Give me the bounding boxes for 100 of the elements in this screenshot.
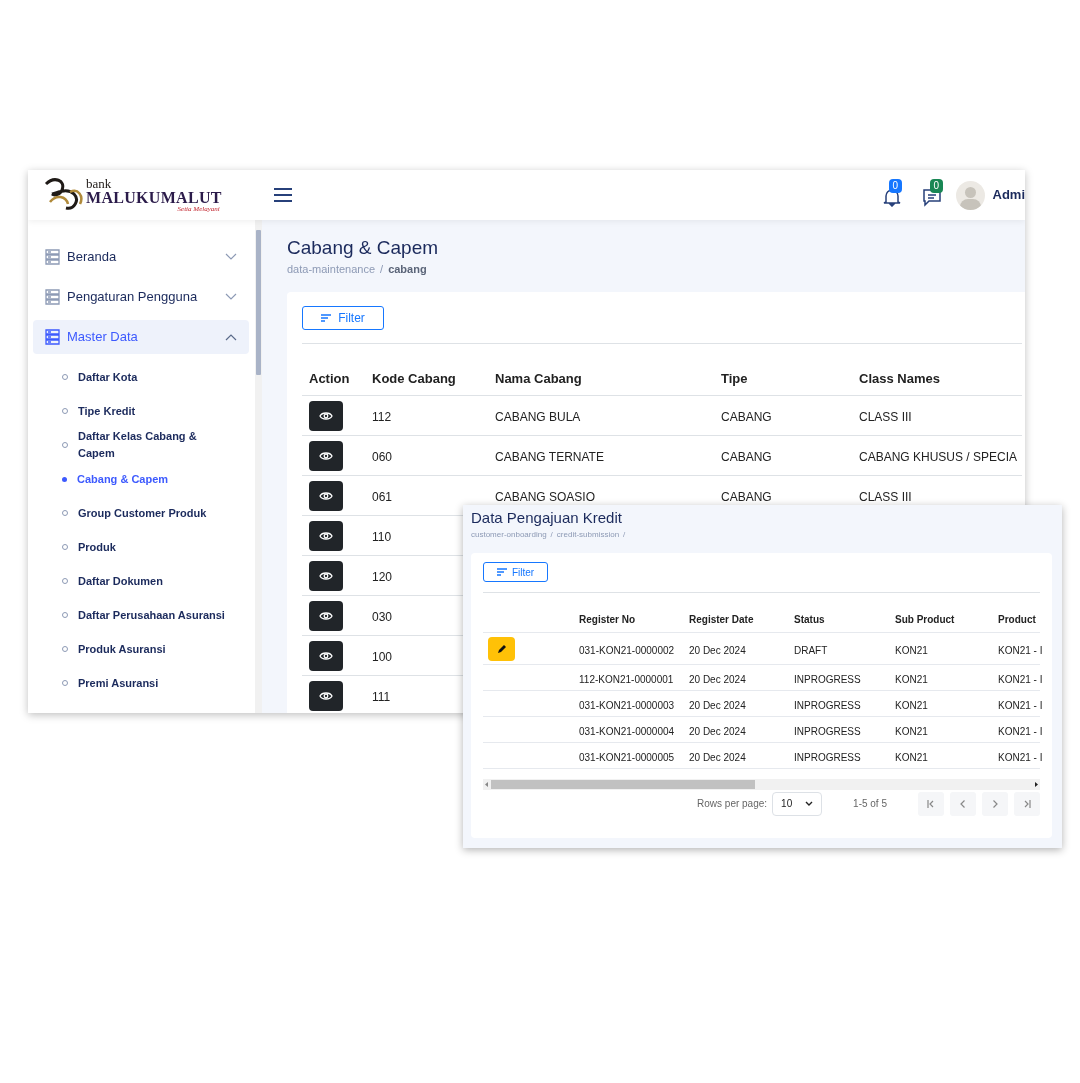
table-cell: KON21 - I	[998, 725, 1043, 737]
sidebar-item[interactable]: Master Data	[33, 320, 249, 354]
sidebar-subitem[interactable]: Cabang & Capem	[33, 462, 249, 496]
eye-icon	[319, 530, 333, 541]
breadcrumb-item: cabang	[388, 262, 427, 276]
view-button[interactable]	[309, 400, 343, 431]
table-cell: 110	[372, 529, 392, 544]
column-header: Status	[794, 613, 825, 625]
table-cell: CABANG	[721, 409, 772, 424]
chevron-left-icon	[958, 798, 968, 809]
popup-title: Data Pengajuan Kredit	[471, 509, 623, 527]
filter-icon	[496, 568, 507, 576]
table-cell: 100	[372, 649, 393, 664]
eye-icon	[319, 690, 333, 701]
table-cell: CABANG BULA	[495, 409, 581, 424]
table-cell: 20 Dec 2024	[689, 644, 746, 656]
page-range: 1-5 of 5	[853, 797, 887, 811]
table-cell: 031-KON21-0000004	[579, 725, 675, 737]
view-button[interactable]	[309, 480, 343, 511]
notification-badge: 0	[888, 179, 903, 193]
menu-button[interactable]	[273, 185, 293, 205]
table-cell: KON21 - I	[998, 644, 1043, 656]
view-button[interactable]	[309, 680, 343, 711]
sidebar-subitem[interactable]: Daftar Kota	[33, 360, 249, 394]
filter-button[interactable]: Filter	[302, 306, 384, 330]
server-icon	[45, 329, 60, 345]
view-button[interactable]	[309, 440, 343, 471]
table-cell: 030	[372, 609, 393, 624]
table-cell: KON21 - I	[998, 699, 1043, 711]
table-cell: 20 Dec 2024	[689, 673, 746, 685]
table-cell: KON21	[895, 751, 928, 763]
table-cell: CABANG TERNATE	[495, 449, 604, 464]
table-cell: 031-KON21-0000002	[579, 644, 675, 656]
bell-icon	[882, 188, 901, 207]
eye-icon	[319, 610, 333, 621]
pencil-icon	[496, 643, 507, 654]
table-cell: 111	[372, 689, 391, 704]
table-cell: 20 Dec 2024	[689, 725, 746, 737]
sidebar-subitem[interactable]: Produk	[33, 530, 249, 564]
table-cell: 112-KON21-0000001	[579, 673, 674, 685]
page-title: Cabang & Capem	[287, 236, 440, 260]
table-cell: DRAFT	[794, 644, 828, 656]
view-button[interactable]	[309, 560, 343, 591]
table-cell: 20 Dec 2024	[689, 751, 746, 763]
sidebar-scrollbar[interactable]	[255, 220, 262, 713]
sidebar-item[interactable]: Pengaturan Pengguna	[33, 280, 249, 314]
column-header: Register No	[579, 613, 636, 625]
view-button[interactable]	[309, 640, 343, 671]
sidebar-subitem[interactable]: Group Customer Produk	[33, 496, 249, 530]
table-cell: 20 Dec 2024	[689, 699, 746, 711]
edit-button[interactable]	[488, 636, 515, 661]
view-button[interactable]	[309, 600, 343, 631]
table-cell: CABANG	[721, 449, 772, 464]
eye-icon	[319, 490, 333, 501]
table-cell: CABANG	[721, 489, 772, 504]
filter-icon	[321, 314, 332, 322]
eye-icon	[319, 570, 333, 581]
filter-button[interactable]: Filter	[483, 562, 548, 582]
column-header: Product	[998, 613, 1036, 625]
menu-icon	[273, 187, 293, 203]
table-cell: INPROGRESS	[794, 673, 861, 685]
table-cell: KON21 - I	[998, 751, 1043, 763]
sidebar-subitem[interactable]: Daftar Dokumen	[33, 564, 249, 598]
user-name[interactable]: Admi	[992, 185, 1025, 205]
server-icon	[45, 249, 60, 265]
sidebar-item[interactable]: Beranda	[33, 240, 249, 274]
table-cell: CLASS III	[859, 489, 912, 504]
table-cell: 112	[372, 409, 392, 424]
table-cell: CABANG SOASIO	[495, 489, 596, 504]
table-cell: KON21	[895, 699, 928, 711]
table-cell: KON21	[895, 644, 928, 656]
table-cell: KON21	[895, 725, 928, 737]
chevron-down-icon	[225, 253, 237, 261]
rows-per-page-select[interactable]: 10	[772, 791, 823, 816]
message-badge: 0	[929, 179, 944, 193]
sidebar-subitem[interactable]: Premi Asuransi	[33, 666, 249, 700]
column-header: Action	[309, 370, 350, 386]
table-cell: INPROGRESS	[794, 699, 861, 711]
eye-icon	[319, 410, 333, 421]
scroll-right-icon[interactable]	[1032, 779, 1040, 790]
sidebar-subitem[interactable]: Daftar Kelas Cabang & Capem	[33, 428, 249, 462]
chevron-down-icon	[805, 800, 814, 807]
horizontal-scrollbar[interactable]	[483, 779, 1040, 790]
table-cell: CABANG KHUSUS / SPECIA	[859, 449, 1018, 464]
table-cell: 060	[372, 449, 393, 464]
view-button[interactable]	[309, 520, 343, 551]
logo-bank-text: bank	[86, 177, 113, 190]
eye-icon	[319, 450, 333, 461]
column-header: Nama Cabang	[495, 370, 582, 386]
table-cell: 120	[372, 569, 393, 584]
column-header: Sub Product	[895, 613, 955, 625]
logo-name-text: MALUKUMALUT	[86, 190, 222, 206]
table-cell: 031-KON21-0000005	[579, 751, 675, 763]
last-page-icon	[1022, 798, 1032, 809]
table-cell: INPROGRESS	[794, 751, 861, 763]
sidebar-subitem[interactable]: Daftar Perusahaan Asuransi	[33, 598, 249, 632]
sidebar-subitem[interactable]: Produk Asuransi	[33, 632, 249, 666]
table-cell: KON21	[895, 673, 928, 685]
sidebar-subitem[interactable]: Tipe Kredit	[33, 394, 249, 428]
table-cell: 061	[372, 489, 393, 504]
